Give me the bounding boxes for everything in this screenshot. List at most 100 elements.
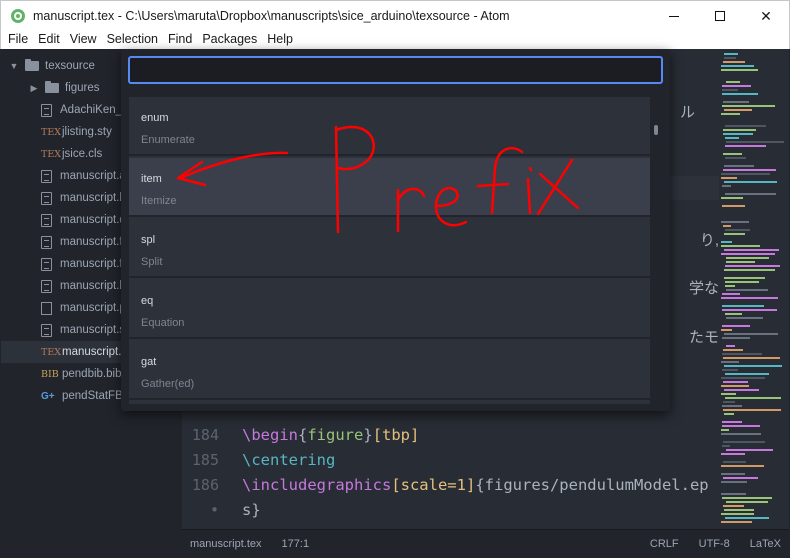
minimap-line [725,281,759,283]
editor-text-fragment: 学な [688,280,719,297]
minimap-line [725,265,780,267]
status-bar: manuscript.tex 177:1 CRLF UTF-8 LaTeX [182,529,789,557]
minimap-line [726,289,768,291]
tree-item-label: manuscript.f [60,258,123,270]
menu-help[interactable]: Help [262,30,298,49]
minimize-button[interactable] [651,1,697,31]
file-icon [41,169,52,183]
pdf-file-icon [41,301,52,315]
minimap-line [726,345,735,347]
snippet-search-input[interactable] [128,56,663,84]
minimap-line [721,453,745,455]
file-icon [41,279,52,293]
tree-item-label: manuscript.s [60,324,126,336]
minimap-line [721,253,775,255]
minimap-line [723,349,743,351]
status-file-name[interactable]: manuscript.tex [190,538,262,550]
title-bar: manuscript.tex - C:\Users\maruta\Dropbox… [0,0,790,30]
code-line: s} [242,501,261,519]
minimap-line [723,381,748,383]
line-number: 184 [191,426,219,444]
minimap-line [722,105,775,107]
minimap-line [725,137,739,139]
minimap-line [721,393,736,395]
minimap-line [722,421,742,423]
minimap-line [722,445,730,447]
tree-item-label: manuscript.l [60,280,122,292]
menu-selection[interactable]: Selection [102,30,163,49]
tree-item-label: jlisting.sty [62,126,112,138]
minimap-line [726,141,784,143]
snippet-list: enum Enumerate item Itemize spl Split eq Equati… [129,97,650,404]
snippet-item[interactable]: enum Enumerate [129,97,650,156]
menu-edit[interactable]: Edit [33,30,65,49]
minimap-line [723,225,731,227]
tex-file-icon: TEX [41,126,62,138]
minimap-line [723,101,749,103]
minimap-line [726,317,763,319]
minimap-line [723,441,765,443]
minimap-line [724,509,754,511]
minimap-line [722,337,750,339]
status-line-ending[interactable]: CRLF [650,538,679,550]
latex-token: figures/pendulumModel.ep [484,476,709,494]
minimap-line [724,269,775,271]
minimap-line [721,361,739,363]
minimap-line [726,449,773,451]
minimap-line [722,89,738,91]
minimap-line [721,173,770,175]
code-line: \begin{figure}[tbp] [242,426,419,444]
snippet-item[interactable]: gat Gather(ed) [129,341,650,400]
minimap-line [725,285,735,287]
status-grammar[interactable]: LaTeX [750,538,781,550]
status-encoding[interactable]: UTF-8 [699,538,730,550]
menu-file[interactable]: File [3,30,33,49]
editor-text-fragment: ル [679,104,695,121]
snippet-item[interactable]: eq Equation [129,280,650,339]
menu-find[interactable]: Find [163,30,197,49]
minimap-line [725,145,766,147]
minimap-line [722,353,762,355]
minimap-line [726,501,768,503]
minimap-line [721,493,746,495]
minimap-line [726,257,769,259]
menu-view[interactable]: View [65,30,102,49]
snippet-item[interactable]: item Itemize [129,158,650,217]
latex-token: [scale=1] [391,476,476,494]
minimap-line [721,113,740,115]
maximize-button[interactable] [697,1,743,31]
minimap-line [721,221,749,223]
minimap-line [722,185,731,187]
latex-token: } [363,426,373,444]
minimap-line [721,241,732,243]
minimap-line [721,429,729,431]
minimap-line [721,329,732,331]
status-cursor-position[interactable]: 177:1 [282,538,310,550]
popup-scrollbar[interactable] [654,125,658,135]
snippet-item[interactable]: spl Split [129,219,650,278]
menu-packages[interactable]: Packages [197,30,262,49]
minimap-line [721,65,754,67]
tree-item-label: manuscript.f [60,236,123,248]
minimap-line [721,69,758,71]
latex-token: s} [242,501,261,519]
tex-file-icon: TEX [41,346,62,358]
tree-item-label: manuscript.b [60,192,126,204]
close-button[interactable]: ✕ [743,1,789,31]
minimap-line [722,205,745,207]
file-icon [41,323,52,337]
minimap-line [722,369,738,371]
minimap[interactable] [719,49,789,529]
minimap-line [724,53,738,55]
tree-item-label: figures [65,82,100,94]
minimap-line [721,385,749,387]
minimap-line [722,497,772,499]
snippet-prefix: enum [141,112,169,124]
minimap-line [723,505,744,507]
minimap-line [724,233,745,235]
minimap-line [721,245,760,247]
minimap-line [722,325,750,327]
minimap-line [726,81,740,83]
minimap-line [723,129,756,131]
minimize-icon [669,15,679,17]
